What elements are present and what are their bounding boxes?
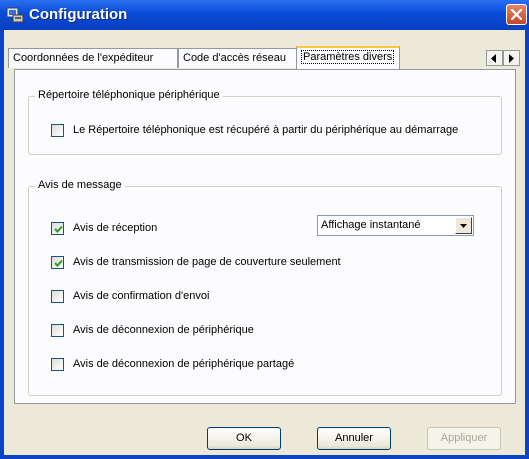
group-title: Répertoire téléphonique périphérique [35,89,223,101]
shared-device-disconnect-label: Avis de déconnexion de périphérique part… [73,358,295,370]
cover-page-notice-label: Avis de transmission de page de couvertu… [73,256,341,268]
device-disconnect-checkbox[interactable] [51,324,64,337]
message-notification-group: Avis de message Avis de réception Affich… [28,179,502,396]
tab-label: Coordonnées de l'expéditeur [13,52,154,64]
cancel-button[interactable]: Annuler [317,427,391,450]
send-confirmation-label: Avis de confirmation d'envoi [73,290,210,302]
tab-network-access-code[interactable]: Code d'accès réseau [178,48,297,68]
tab-misc-settings[interactable]: Paramètres divers [296,46,400,70]
chevron-down-icon [460,224,467,228]
configuration-icon [6,7,24,23]
dialog-client-area: Coordonnées de l'expéditeur Code d'accès… [4,30,525,455]
checkmark-icon [54,225,63,233]
send-confirmation-checkbox[interactable] [51,290,64,303]
title-bar[interactable]: Configuration [0,0,529,30]
phonebook-retrieve-label: Le Répertoire téléphonique est récupéré … [73,124,459,136]
ok-button[interactable]: OK [207,427,281,450]
arrow-right-icon [509,54,514,63]
phonebook-group: Répertoire téléphonique périphérique Le … [28,89,502,155]
display-mode-select[interactable]: Affichage instantané [317,215,474,236]
checkmark-icon [54,259,63,267]
tab-scroll-right-button[interactable] [503,50,520,66]
group-title: Avis de message [35,179,125,191]
tab-panel: Répertoire téléphonique périphérique Le … [14,69,516,404]
shared-device-disconnect-checkbox[interactable] [51,358,64,371]
reception-notice-label: Avis de réception [73,222,158,234]
close-button[interactable] [506,4,527,25]
cover-page-notice-checkbox[interactable] [51,256,64,269]
tab-label: Code d'accès réseau [183,52,286,64]
display-mode-value: Affichage instantané [321,219,421,231]
apply-button[interactable]: Appliquer [427,427,501,450]
phonebook-retrieve-checkbox[interactable] [51,124,64,137]
close-icon [511,9,522,20]
reception-notice-checkbox[interactable] [51,222,64,235]
tab-label: Paramètres divers [301,50,395,64]
tab-scroll-left-button[interactable] [486,50,503,66]
device-disconnect-label: Avis de déconnexion de périphérique [73,324,254,336]
window-title: Configuration [29,6,128,23]
dropdown-button[interactable] [455,217,472,234]
tab-sender-info[interactable]: Coordonnées de l'expéditeur [8,48,178,68]
arrow-left-icon [491,54,496,63]
dialog-window: Configuration Coordonnées de l'expéditeu… [0,0,529,459]
